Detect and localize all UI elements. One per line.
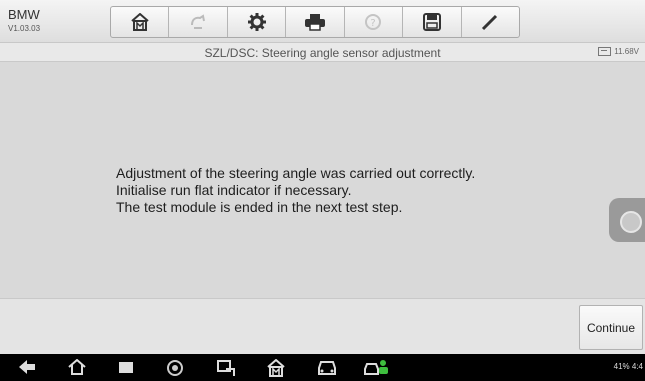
pen-icon [482, 14, 498, 31]
app-name: BMW [8, 7, 40, 22]
battery-voltage: 11.68V [598, 47, 639, 56]
main-content: Adjustment of the steering angle was car… [0, 62, 645, 298]
message-line: Initialise run flat indicator if necessa… [116, 182, 352, 198]
remote-desk-icon[interactable] [364, 359, 390, 377]
help-button[interactable]: ? [345, 7, 404, 37]
home-icon[interactable] [68, 359, 86, 375]
status-indicators: 41% 4:4 [613, 362, 643, 371]
continue-button[interactable]: Continue [579, 305, 643, 350]
recent-apps-icon[interactable] [118, 361, 134, 374]
toolbar-button-group: ? [110, 6, 520, 38]
battery-icon [598, 47, 612, 56]
system-nav-bar: 41% 4:4 [0, 354, 645, 381]
top-toolbar: BMW V1.03.03 ? [0, 0, 645, 43]
message-line: The test module is ended in the next tes… [116, 199, 403, 215]
action-bar: Continue [0, 298, 645, 354]
title-bar: SZL/DSC: Steering angle sensor adjustmen… [0, 43, 645, 62]
back-icon[interactable] [18, 359, 36, 375]
vehicle-swap-button[interactable] [169, 7, 228, 37]
settings-button[interactable] [228, 7, 287, 37]
home-button[interactable] [111, 7, 170, 37]
edit-button[interactable] [462, 7, 519, 37]
save-button[interactable] [403, 7, 462, 37]
result-message: Adjustment of the steering angle was car… [116, 165, 576, 216]
svg-text:?: ? [371, 18, 376, 29]
help-icon: ? [365, 14, 382, 30]
vehicle-icon[interactable] [316, 359, 338, 377]
app-version: V1.03.03 [8, 24, 41, 33]
screenshot-icon[interactable] [216, 359, 238, 377]
vehicle-swap-icon [191, 14, 206, 29]
page-title: SZL/DSC: Steering angle sensor adjustmen… [204, 46, 441, 60]
print-button[interactable] [286, 7, 345, 37]
print-icon [304, 14, 325, 31]
save-icon [422, 13, 441, 31]
message-line: Adjustment of the steering angle was car… [116, 165, 476, 181]
browser-icon[interactable] [166, 359, 184, 377]
settings-gear-icon [247, 13, 266, 31]
home-icon [131, 13, 149, 31]
voltage-value: 11.68V [614, 47, 639, 56]
floating-side-button[interactable] [609, 198, 645, 242]
maxisys-home-icon[interactable] [266, 359, 286, 377]
